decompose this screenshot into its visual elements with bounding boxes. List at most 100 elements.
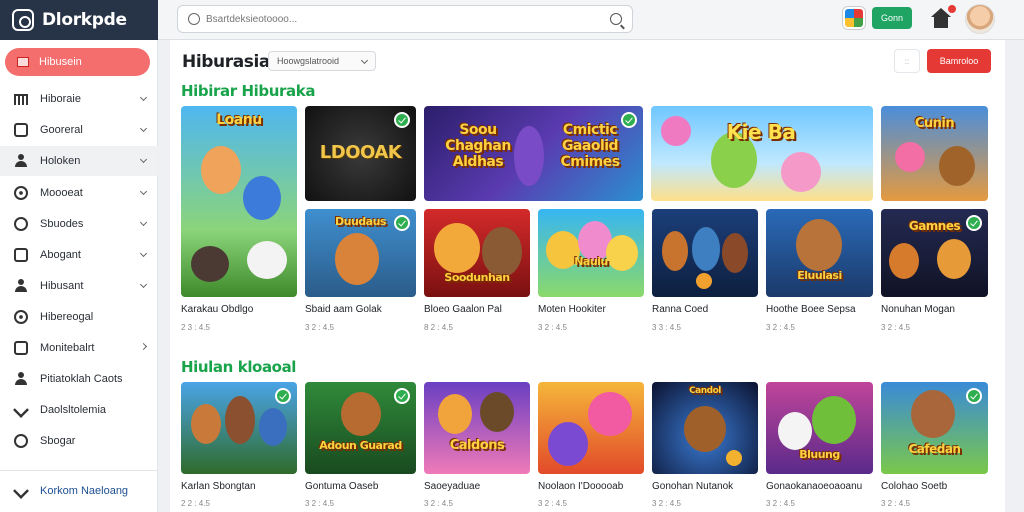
game-card[interactable] bbox=[181, 382, 297, 474]
character-image bbox=[548, 422, 588, 466]
card-meta: 3 2 : 4.5 bbox=[881, 323, 910, 332]
game-card[interactable]: Soodunhan bbox=[424, 209, 530, 297]
library-icon bbox=[17, 57, 29, 67]
card-art-title: Caldons bbox=[449, 438, 505, 453]
check-icon bbox=[394, 388, 410, 404]
card-title[interactable]: Saoeyaduae bbox=[424, 481, 480, 492]
sidebar-item-10[interactable]: Pitiatoklah Caots bbox=[0, 364, 158, 394]
sidebar-item-12[interactable]: Sbogar bbox=[0, 426, 158, 456]
game-card[interactable]: Caldons bbox=[424, 382, 530, 474]
sidebar-item-3[interactable]: Holoken bbox=[0, 146, 158, 176]
chevron-down-icon bbox=[360, 56, 369, 65]
sidebar-item-11[interactable]: Daolsltolemia bbox=[0, 395, 158, 425]
card-title[interactable]: Gonaokanaoeoaoanu bbox=[766, 481, 862, 492]
avatar[interactable] bbox=[965, 4, 995, 34]
card-title[interactable]: Bloeo Gaalon Pal bbox=[424, 304, 502, 315]
character-image bbox=[191, 246, 229, 282]
settings-icon bbox=[14, 217, 28, 231]
game-card[interactable]: Loanu bbox=[181, 106, 297, 297]
sidebar-item-9[interactable]: Monitebalrt bbox=[0, 333, 158, 363]
card-art-title: Kie Ba bbox=[726, 120, 796, 144]
game-card[interactable]: Adoun Guarad bbox=[305, 382, 416, 474]
filter-label: Hoowgslatrooid bbox=[277, 56, 340, 66]
game-card[interactable]: Cunin bbox=[881, 106, 988, 201]
game-card[interactable]: Cafedan bbox=[881, 382, 988, 474]
character-image bbox=[722, 233, 748, 273]
character-image bbox=[937, 239, 971, 279]
sidebar-item-8[interactable]: Hibereogal bbox=[0, 302, 158, 332]
card-title[interactable]: Gonohan Nutanok bbox=[652, 481, 733, 492]
card-meta: 3 2 : 4.5 bbox=[652, 499, 681, 508]
card-meta: 2 2 : 4.5 bbox=[181, 499, 210, 508]
sidebar-bottom-link[interactable]: Korkom Naeloang bbox=[0, 470, 158, 510]
section-title-1: Hibirar Hiburaka bbox=[181, 82, 316, 100]
card-title[interactable]: Sbaid aam Golak bbox=[305, 304, 382, 315]
card-title[interactable]: Noolaon I'Dooooab bbox=[538, 481, 623, 492]
card-title[interactable]: Colohao Soetb bbox=[881, 481, 947, 492]
game-card[interactable] bbox=[652, 209, 758, 297]
main-content: Hiburasia Hoowgslatrooid :: Bamroloo Hib… bbox=[170, 40, 1005, 512]
chevron-down-icon bbox=[139, 93, 148, 102]
card-title[interactable]: Karlan Sbongtan bbox=[181, 481, 256, 492]
card-title[interactable]: Moten Hookiter bbox=[538, 304, 606, 315]
primary-red-button[interactable]: Bamroloo bbox=[927, 49, 991, 73]
chevron-right-icon bbox=[139, 342, 148, 351]
sidebar-item-4[interactable]: Moooeat bbox=[0, 178, 158, 208]
app-logo[interactable]: Dlorkpde bbox=[0, 0, 158, 40]
sidebar: Hibusein Hiboraie Gooreral Holoken Moooe… bbox=[0, 40, 158, 512]
card-meta: 2 3 : 4.5 bbox=[181, 323, 210, 332]
card-art-title: Bluung bbox=[799, 448, 840, 461]
chevron-down-icon bbox=[139, 249, 148, 258]
character-image bbox=[662, 231, 688, 271]
card-meta: 3 2 : 4.5 bbox=[305, 323, 334, 332]
card-title[interactable]: Karakau Obdlgo bbox=[181, 304, 253, 315]
sidebar-item-label: Hibereogal bbox=[40, 311, 94, 323]
card-art-title: Loanu bbox=[216, 112, 262, 128]
card-title[interactable]: Ranna Coed bbox=[652, 304, 708, 315]
game-card[interactable]: Bluung bbox=[766, 382, 873, 474]
game-card[interactable]: Eluulasi bbox=[766, 209, 873, 297]
character-image bbox=[243, 176, 281, 220]
sidebar-item-label: Holoken bbox=[40, 155, 81, 167]
chevron-down-icon bbox=[139, 218, 148, 227]
card-art-title: LDOOAK bbox=[319, 142, 402, 163]
check-icon bbox=[621, 112, 637, 128]
card-art-title: Adoun Guarad bbox=[319, 439, 402, 452]
character-image bbox=[796, 219, 842, 271]
game-card[interactable]: Duudaus bbox=[305, 209, 416, 297]
search-bar[interactable] bbox=[177, 5, 633, 33]
character-image bbox=[225, 396, 255, 444]
game-card[interactable]: Kie Ba bbox=[651, 106, 873, 201]
apps-icon[interactable] bbox=[843, 7, 865, 29]
character-image bbox=[889, 243, 919, 279]
filter-dropdown[interactable]: Hoowgslatrooid bbox=[268, 51, 376, 71]
sidebar-item-5[interactable]: Sbuodes bbox=[0, 209, 158, 239]
game-card[interactable]: Gamnes bbox=[881, 209, 988, 297]
game-card[interactable]: LDOOAK bbox=[305, 106, 416, 201]
green-action-button[interactable]: Gonn bbox=[872, 7, 912, 29]
search-submit-icon[interactable] bbox=[610, 13, 622, 25]
sidebar-item-6[interactable]: Abogant bbox=[0, 240, 158, 270]
search-input[interactable] bbox=[206, 13, 586, 25]
sidebar-item-7[interactable]: Hibusant bbox=[0, 271, 158, 301]
game-card[interactable]: Nauiu bbox=[538, 209, 644, 297]
character-image bbox=[201, 146, 241, 194]
game-card[interactable] bbox=[538, 382, 644, 474]
card-title[interactable]: Gontuma Oaseb bbox=[305, 481, 378, 492]
card-title[interactable]: Nonuhan Mogan bbox=[881, 304, 955, 315]
grid-toggle-button[interactable]: :: bbox=[894, 49, 920, 73]
card-meta: 3 2 : 4.5 bbox=[766, 499, 795, 508]
document-icon bbox=[14, 248, 28, 262]
sidebar-item-1[interactable]: Hiboraie bbox=[0, 84, 158, 114]
card-title[interactable]: Hoothe Boee Sepsa bbox=[766, 304, 856, 315]
storage-icon bbox=[14, 434, 28, 448]
card-art-title: Eluulasi bbox=[797, 269, 842, 282]
game-card[interactable]: Soou Chaghan Aldhas Cmictic Gaaolid Cmim… bbox=[424, 106, 643, 201]
search-icon bbox=[188, 13, 200, 25]
user-icon bbox=[14, 154, 28, 168]
check-icon bbox=[966, 215, 982, 231]
sidebar-item-label: Gooreral bbox=[40, 124, 83, 136]
game-card[interactable]: Candol bbox=[652, 382, 758, 474]
sidebar-item-active[interactable]: Hibusein bbox=[5, 48, 150, 76]
sidebar-item-2[interactable]: Gooreral bbox=[0, 115, 158, 145]
